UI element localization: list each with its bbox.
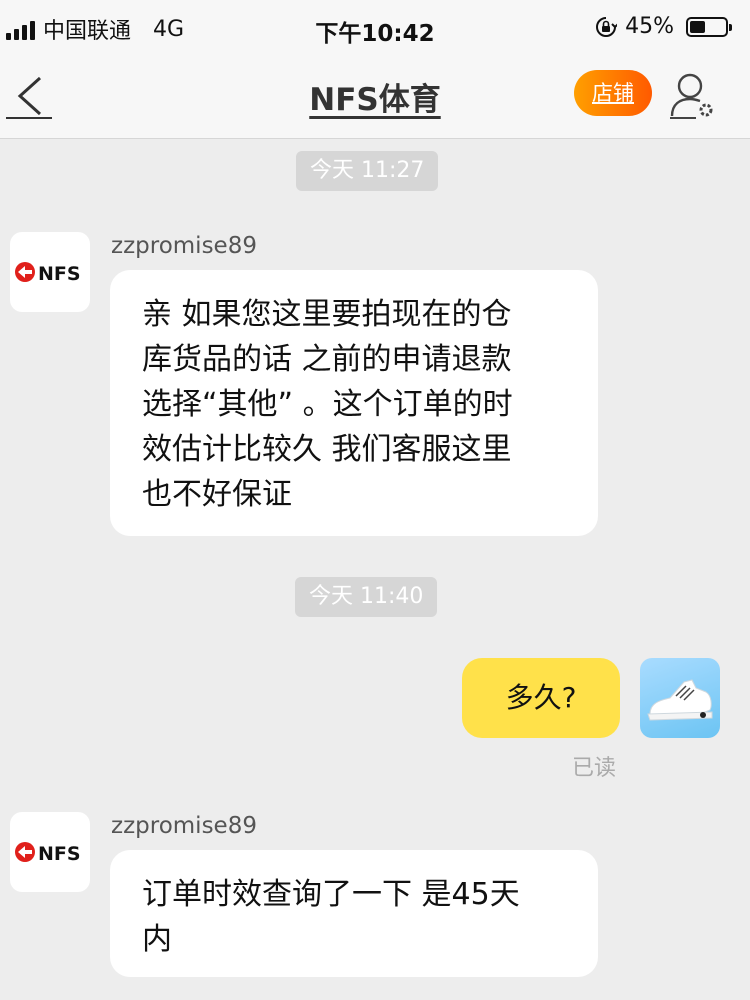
message-line: 库货品的话 之前的申请退款 bbox=[142, 342, 512, 377]
message-line: 内 bbox=[142, 922, 172, 957]
read-status: 已读 bbox=[572, 756, 617, 781]
user-settings-icon[interactable] bbox=[670, 70, 718, 120]
battery-percent: 45% bbox=[625, 14, 674, 39]
message-line: 亲 如果您这里要拍现在的仓 bbox=[142, 297, 512, 332]
message-bubble-received[interactable]: 亲 如果您这里要拍现在的仓 库货品的话 之前的申请退款 选择“其他” 。这个订单… bbox=[110, 270, 598, 536]
message-line: 也不好保证 bbox=[142, 477, 292, 512]
battery-icon bbox=[686, 16, 732, 37]
message-line: 效估计比较久 我们客服这里 bbox=[142, 432, 512, 467]
sneaker-image bbox=[647, 679, 713, 721]
timestamp-1: 今天 11:27 bbox=[296, 151, 439, 191]
status-bar: 中国联通 4G 下午10:42 45% bbox=[0, 0, 750, 58]
nfs-logo: NFS bbox=[15, 262, 81, 284]
timestamp-2: 今天 11:40 bbox=[295, 577, 438, 617]
nfs-logo: NFS bbox=[15, 842, 81, 864]
sender-name: zzpromise89 bbox=[111, 813, 257, 839]
message-line: 订单时效查询了一下 是45天 bbox=[142, 877, 520, 912]
status-right: 45% bbox=[595, 14, 732, 39]
nav-bar: NFS体育 店铺 bbox=[0, 58, 750, 139]
avatar[interactable]: NFS bbox=[10, 812, 90, 892]
svg-text:NFS: NFS bbox=[38, 263, 81, 284]
message-line: 选择“其他” 。这个订单的时 bbox=[142, 387, 513, 422]
message-bubble-received[interactable]: 订单时效查询了一下 是45天 内 bbox=[110, 850, 598, 977]
shop-button[interactable]: 店铺 bbox=[574, 70, 652, 116]
rotation-lock-icon bbox=[596, 16, 618, 37]
sender-name: zzpromise89 bbox=[111, 233, 257, 259]
svg-text:NFS: NFS bbox=[38, 843, 81, 864]
avatar[interactable]: NFS bbox=[10, 232, 90, 312]
my-avatar[interactable] bbox=[640, 658, 720, 738]
message-bubble-sent[interactable]: 多久? bbox=[462, 658, 620, 738]
